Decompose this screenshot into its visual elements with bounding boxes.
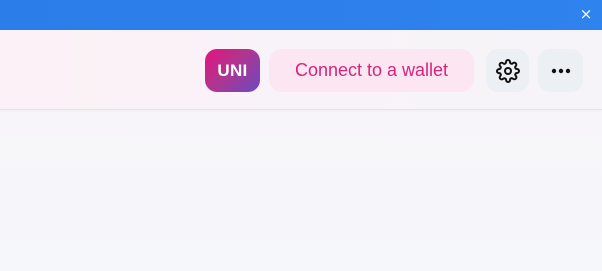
gear-icon xyxy=(495,58,520,83)
more-horizontal-icon xyxy=(551,68,570,73)
app-header: UNI Connect to a wallet xyxy=(0,30,602,110)
close-icon[interactable]: × xyxy=(578,6,594,22)
more-options-button[interactable] xyxy=(538,49,583,92)
settings-button[interactable] xyxy=(486,49,529,92)
top-banner-strip: × xyxy=(0,0,602,30)
uni-token-badge[interactable]: UNI xyxy=(205,49,260,92)
connect-wallet-button[interactable]: Connect to a wallet xyxy=(269,49,474,92)
main-content-area xyxy=(0,111,602,271)
